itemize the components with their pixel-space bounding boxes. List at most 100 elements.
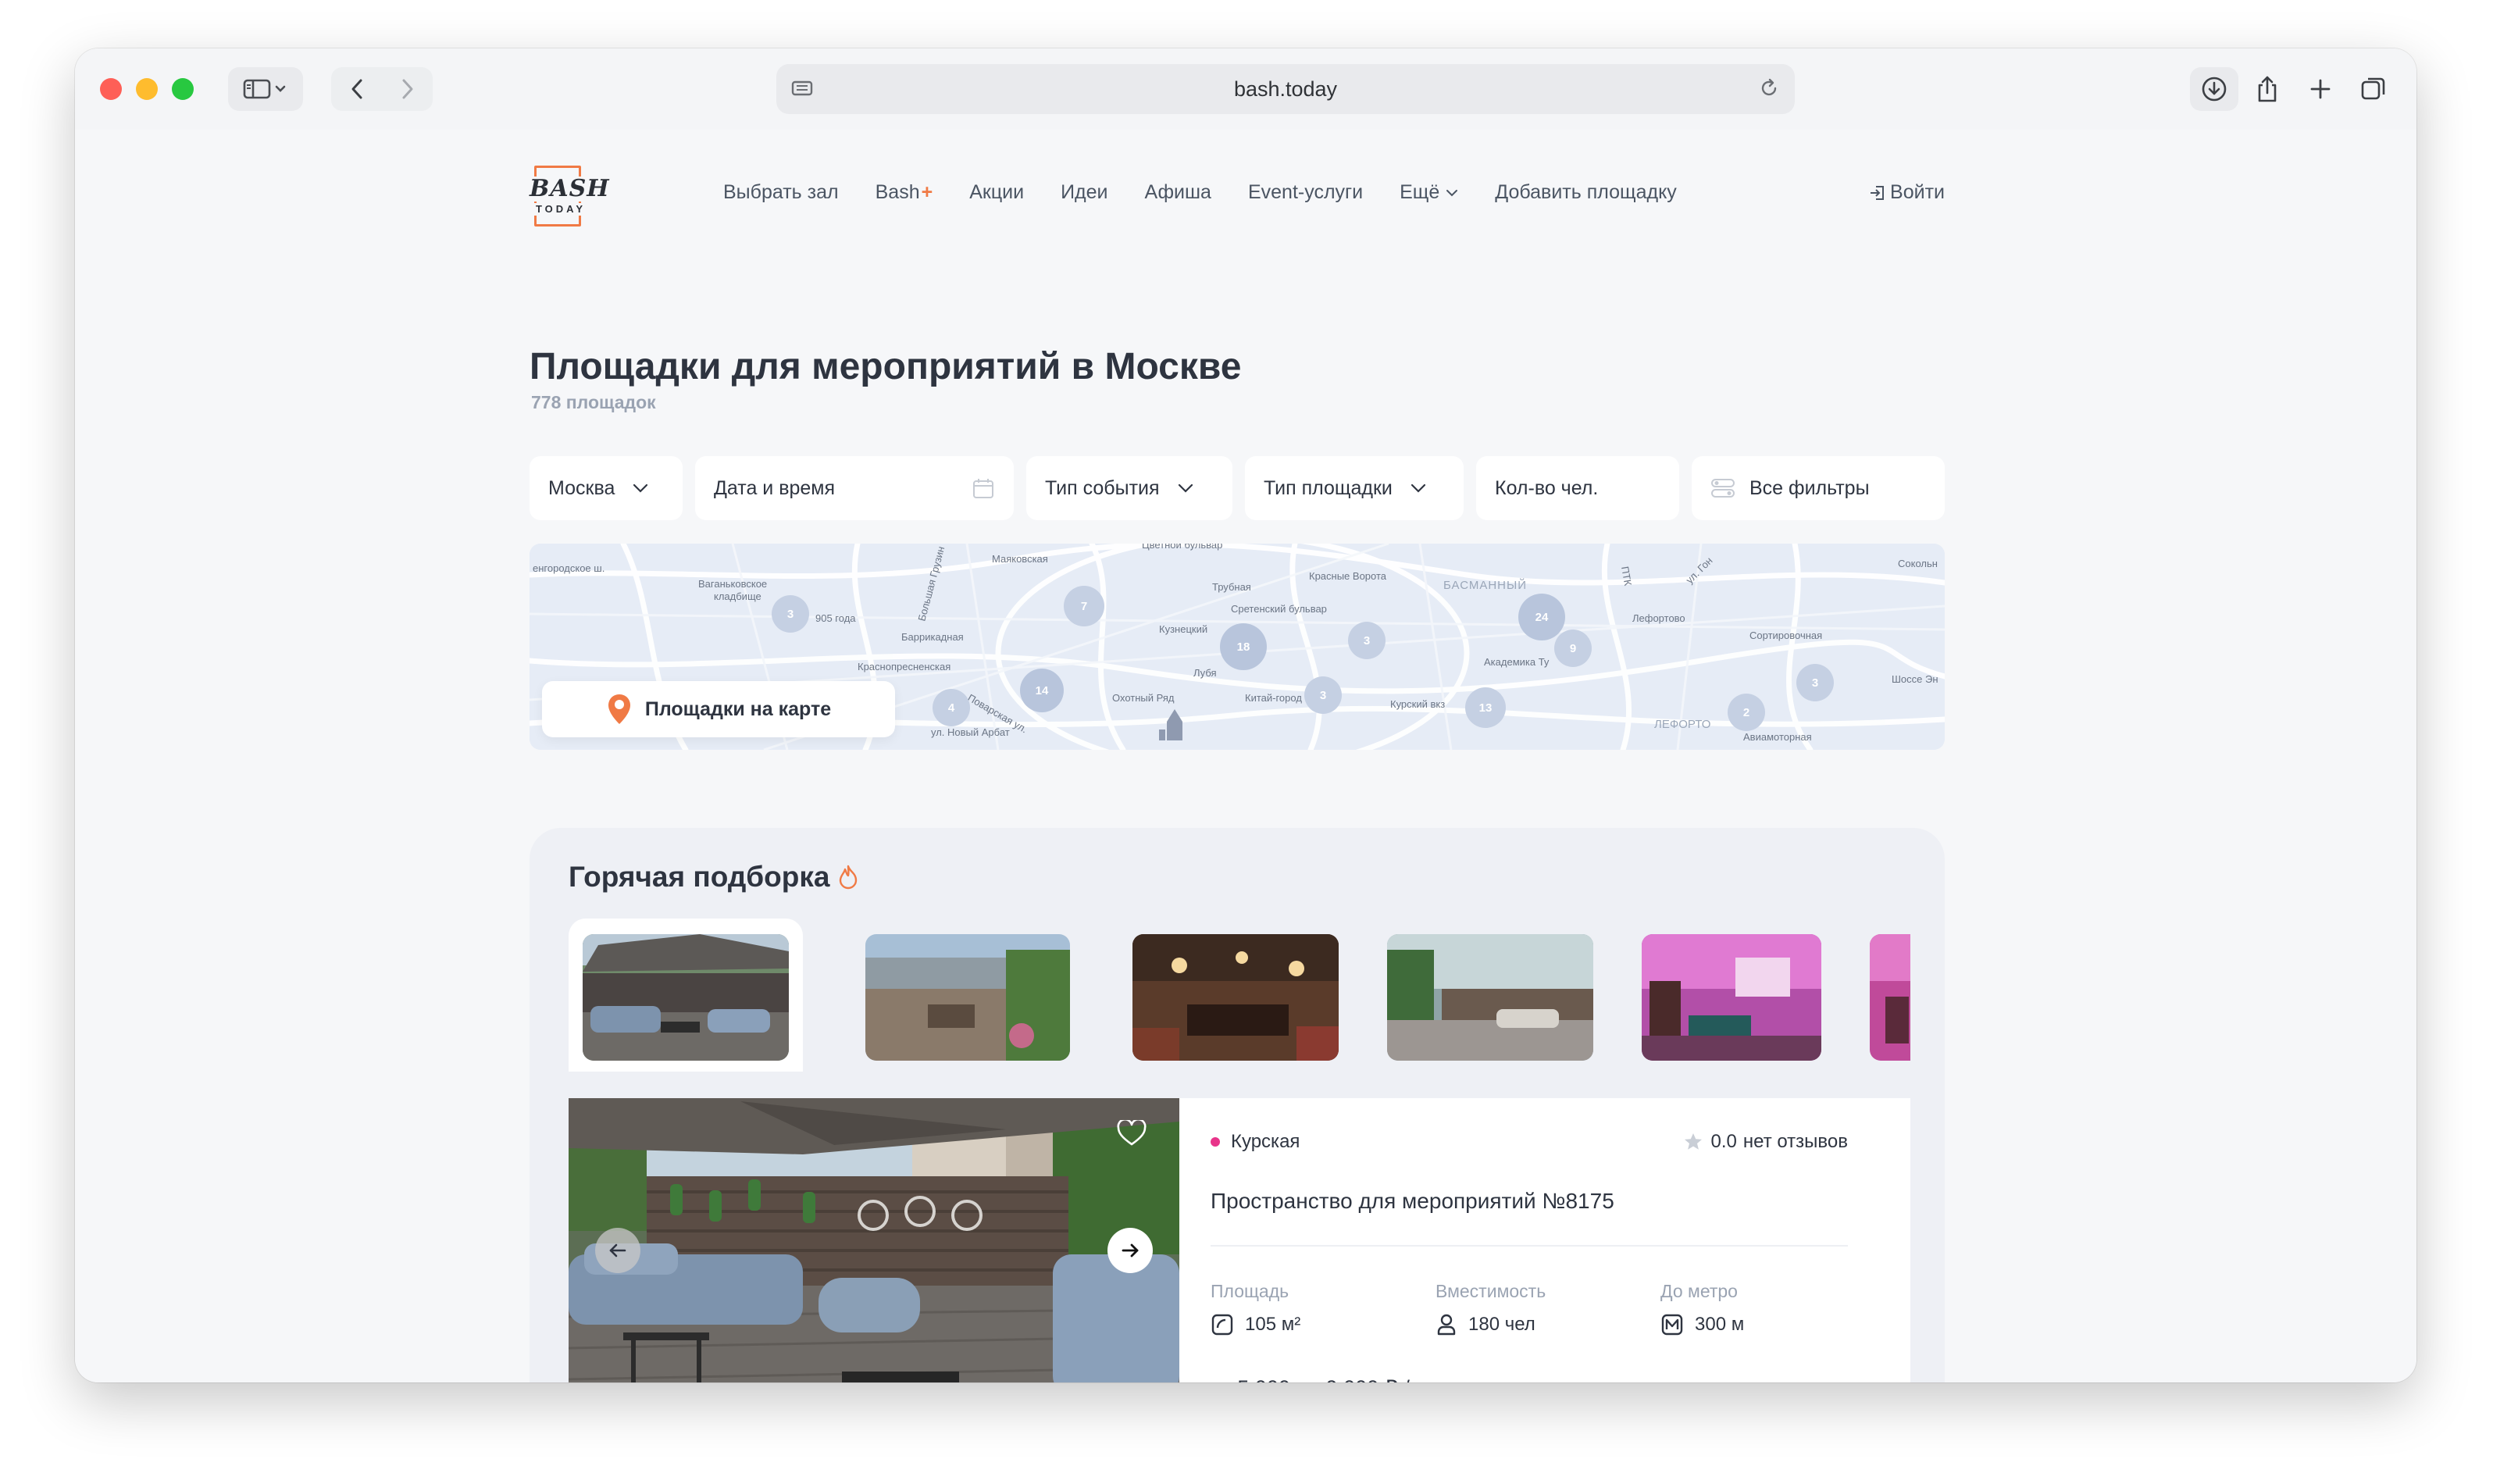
venue-thumbnail[interactable]	[583, 934, 789, 1061]
login-button[interactable]: Войти	[1868, 181, 1945, 204]
cluster-count: 13	[1479, 701, 1493, 715]
address-bar[interactable]: bash.today	[776, 64, 1795, 114]
page-title: Площадки для мероприятий в Москве	[530, 346, 1242, 387]
map-cluster[interactable]: 3	[1348, 622, 1386, 659]
arrow-right-icon	[1122, 1243, 1139, 1257]
web-page: BASH TODAY Выбрать зал Bash + Акции Идеи …	[75, 130, 2416, 1382]
nav-item-more[interactable]: Ещё	[1400, 181, 1458, 204]
map-label: Шоссе Эн	[1892, 673, 1938, 685]
venue-thumbnail[interactable]	[1132, 934, 1339, 1061]
venue-thumbnail-strip	[569, 919, 1910, 1072]
zoom-window-button[interactable]	[172, 78, 194, 100]
map-cluster[interactable]: 4	[933, 689, 970, 726]
hot-selection-label: Горячая подборка	[569, 861, 830, 893]
site-logo[interactable]: BASH TODAY	[530, 166, 609, 230]
venue-card[interactable]: Курская 0.0 нет отзывов Пространство для…	[569, 1098, 1910, 1382]
nav-item-label: Event-услуги	[1247, 181, 1364, 203]
map-cluster[interactable]: 18	[1220, 623, 1267, 670]
sidebar-icon	[243, 79, 286, 99]
nav-item-promotions[interactable]: Акции	[969, 181, 1024, 204]
nav-item-label: Идеи	[1061, 181, 1108, 203]
site-header: BASH TODAY Выбрать зал Bash + Акции Идеи …	[530, 130, 1945, 231]
venue-photo	[1870, 934, 1910, 1061]
sidebar-toggle-button[interactable]	[228, 67, 303, 111]
all-filters-button[interactable]: Все фильтры	[1692, 456, 1945, 520]
gallery-next-button[interactable]	[1107, 1228, 1153, 1273]
cluster-count: 3	[787, 608, 794, 621]
map-cluster[interactable]: 24	[1518, 594, 1565, 640]
date-time-field[interactable]: Дата и время	[695, 456, 1014, 520]
map-label: Сокольн	[1898, 558, 1938, 569]
map-cluster[interactable]: 3	[772, 595, 809, 633]
nav-item-events[interactable]: Афиша	[1145, 181, 1211, 204]
login-label: Войти	[1890, 181, 1945, 203]
event-type-select[interactable]: Тип события	[1026, 456, 1232, 520]
terrace-photo	[583, 934, 789, 1061]
venue-thumbnail[interactable]	[1387, 934, 1593, 1061]
venues-map[interactable]: енгородское ш. Ваганьковское кладбище 90…	[530, 544, 1945, 750]
venue-price: от 5 000 до 9 000 ₽ / час	[1211, 1376, 1449, 1382]
page-settings-icon[interactable]	[790, 78, 814, 100]
map-label: Лубя	[1193, 667, 1217, 679]
map-view-label: Площадки на карте	[644, 697, 832, 720]
favorite-heart-icon[interactable]	[1117, 1120, 1147, 1147]
venue-thumbnail[interactable]	[865, 934, 1070, 1061]
nav-item-choose-hall[interactable]: Выбрать зал	[723, 181, 839, 204]
map-view-button[interactable]: Площадки на карте	[542, 681, 895, 737]
nav-item-label: Bash	[875, 181, 920, 203]
main-nav: Выбрать зал Bash + Акции Идеи Афиша Event…	[723, 181, 1714, 204]
map-cluster[interactable]: 14	[1020, 669, 1064, 712]
venue-thumbnail[interactable]	[1642, 934, 1821, 1061]
venue-name[interactable]: Пространство для мероприятий №8175	[1211, 1189, 1614, 1214]
cluster-count: 14	[1036, 684, 1049, 697]
map-label: ул. Новый Арбат	[931, 726, 1010, 738]
nav-item-ideas[interactable]: Идеи	[1061, 181, 1107, 204]
all-filters-label: Все фильтры	[1749, 476, 1870, 499]
map-label: Трубная	[1212, 581, 1251, 593]
chevron-down-icon	[1446, 189, 1458, 196]
area-value: 105 м²	[1245, 1314, 1301, 1335]
cluster-count: 3	[1812, 676, 1818, 690]
tab-overview-button[interactable]	[2349, 67, 2398, 111]
venue-thumbnail[interactable]	[1870, 934, 1910, 1061]
arrow-left-icon	[609, 1243, 626, 1257]
reload-icon[interactable]	[1757, 77, 1781, 100]
toolbar-right	[2190, 67, 2398, 111]
back-button[interactable]	[331, 67, 382, 111]
lounge-photo	[1132, 934, 1339, 1061]
hot-selection-section: Горячая подборка Курская 0.0 нет отзывов…	[530, 828, 1945, 1382]
map-cluster[interactable]: 13	[1465, 687, 1506, 728]
nav-item-bash-plus[interactable]: Bash +	[876, 181, 933, 204]
terrace-photo	[569, 1098, 1179, 1382]
share-button[interactable]	[2243, 67, 2291, 111]
calendar-icon	[973, 479, 993, 498]
map-cluster[interactable]: 2	[1728, 694, 1765, 731]
browser-window: bash.today BASH TODAY Выбрать зал Bash +…	[75, 48, 2416, 1382]
minimize-window-button[interactable]	[136, 78, 158, 100]
map-cluster[interactable]: 3	[1304, 676, 1342, 714]
venue-rating: 0.0 нет отзывов	[1683, 1131, 1848, 1153]
venue-type-select[interactable]: Тип площадки	[1245, 456, 1464, 520]
gallery-prev-button[interactable]	[595, 1228, 640, 1273]
filters-icon	[1711, 479, 1735, 498]
map-cluster[interactable]: 9	[1554, 630, 1592, 667]
chevron-left-icon	[351, 79, 362, 99]
url-text: bash.today	[1233, 77, 1338, 101]
area-stat: Площадь 105 м²	[1211, 1281, 1300, 1336]
close-window-button[interactable]	[100, 78, 122, 100]
map-label: Сретенский бульвар	[1231, 603, 1327, 615]
new-tab-button[interactable]	[2296, 67, 2345, 111]
forward-button[interactable]	[382, 67, 433, 111]
nav-item-add-venue[interactable]: Добавить площадку	[1495, 181, 1677, 204]
nav-item-event-services[interactable]: Event-услуги	[1248, 181, 1363, 204]
metro-distance-stat: До метро 300 м	[1660, 1281, 1744, 1336]
map-label: Маяковская	[992, 553, 1048, 565]
map-cluster[interactable]: 7	[1064, 586, 1104, 626]
guests-field[interactable]: Кол-во чел.	[1476, 456, 1679, 520]
area-icon	[1211, 1314, 1233, 1336]
city-select[interactable]: Москва	[530, 456, 683, 520]
cluster-count: 18	[1237, 640, 1250, 654]
downloads-button[interactable]	[2190, 67, 2238, 111]
map-cluster[interactable]: 3	[1796, 664, 1834, 701]
plus-icon	[2310, 79, 2331, 99]
